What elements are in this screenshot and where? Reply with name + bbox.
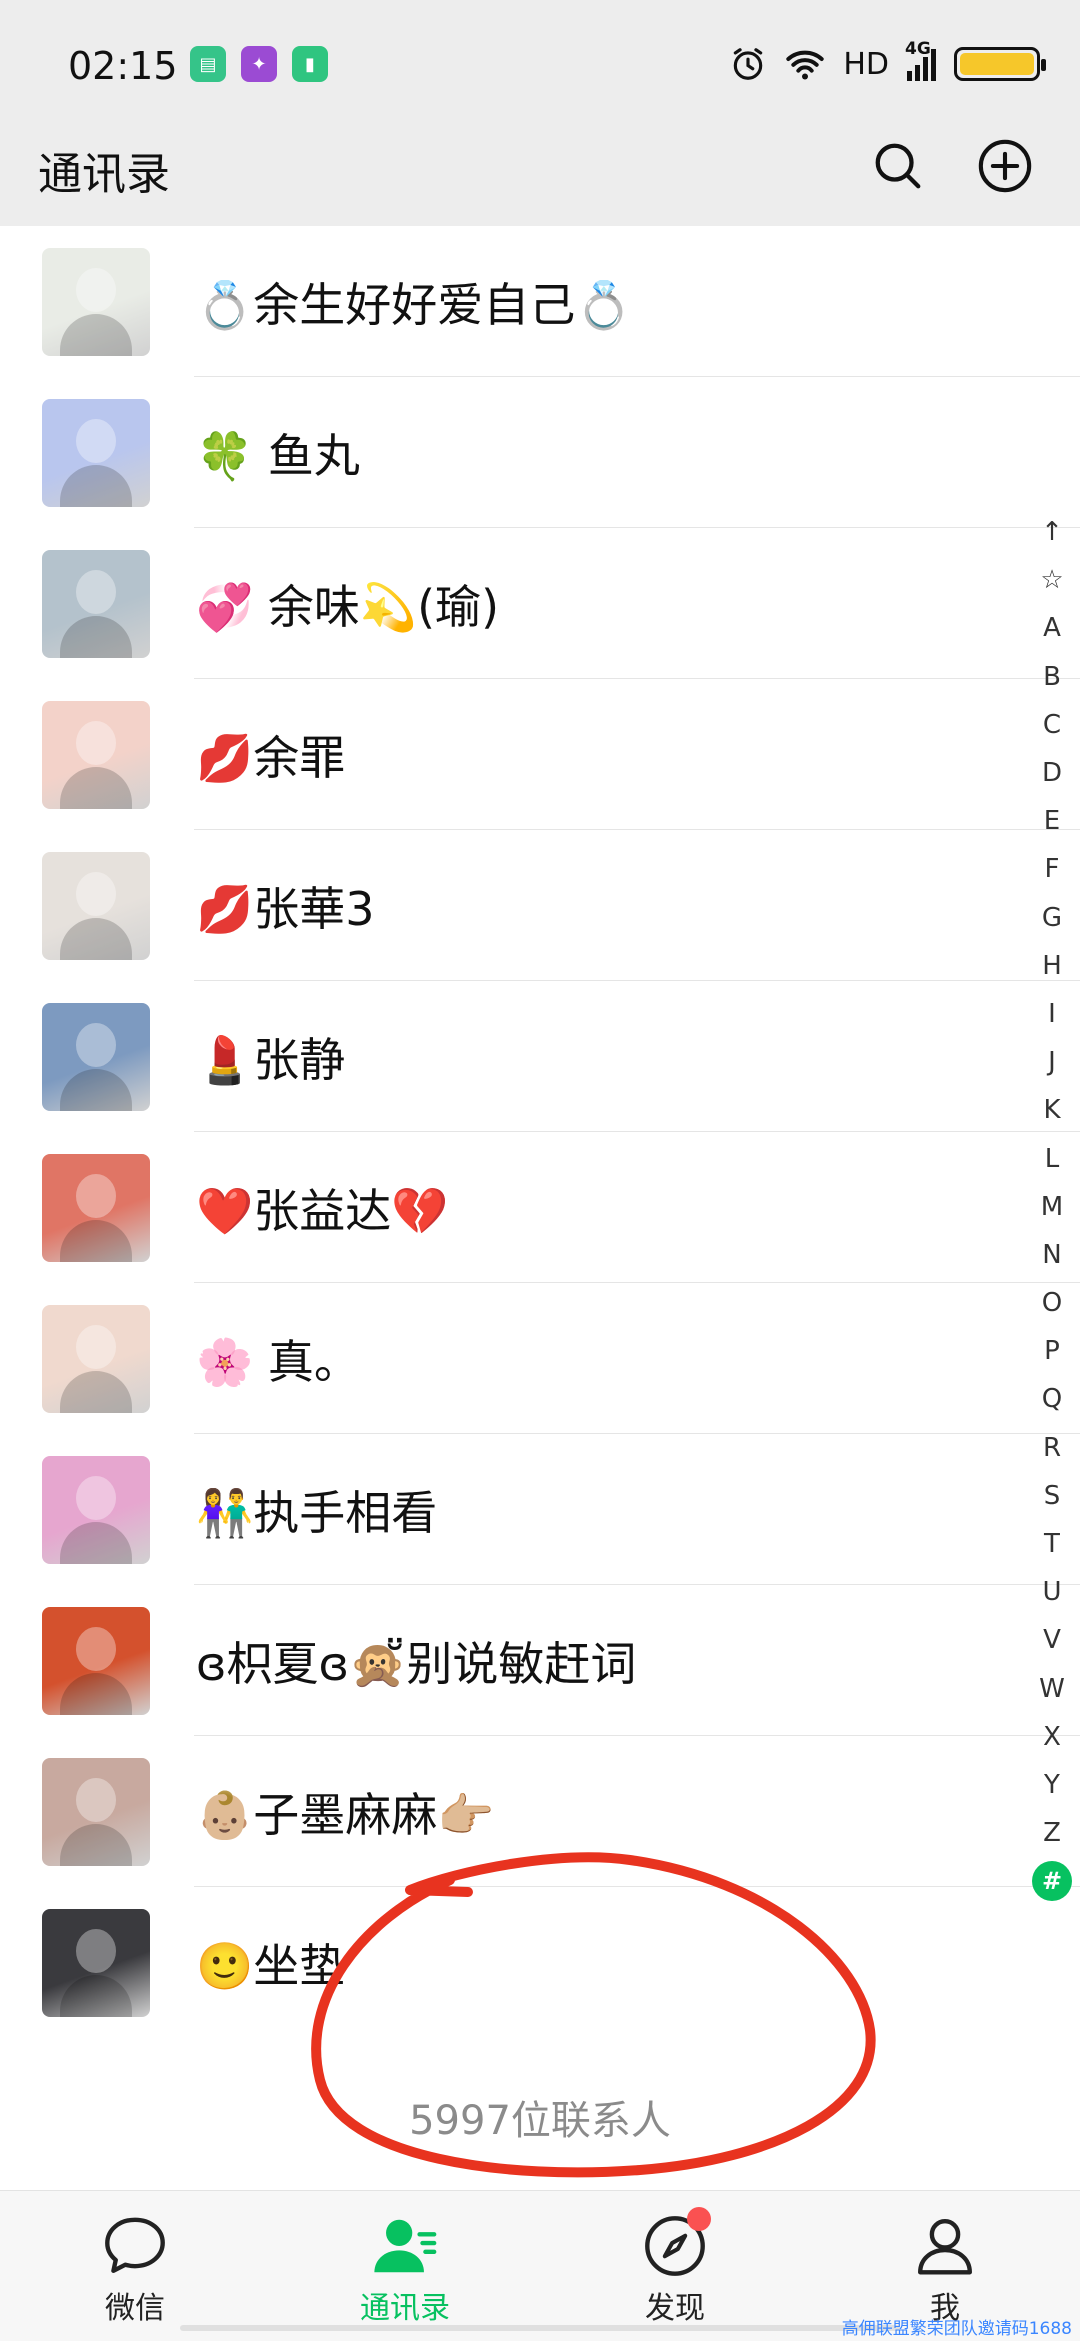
home-indicator[interactable] — [180, 2325, 900, 2331]
contact-row[interactable]: 💋张華3 — [0, 830, 1080, 981]
index-letter[interactable]: S — [1044, 1472, 1061, 1520]
index-letter[interactable]: H — [1042, 942, 1062, 990]
app-notification-icon: ▤ — [190, 46, 226, 82]
index-letter[interactable]: A — [1043, 604, 1061, 652]
network-hd-label: HD — [843, 46, 889, 82]
contact-row[interactable]: 💍余生好好爱自己💍 — [0, 226, 1080, 377]
contact-name: 💞 余味💫(瑜) — [196, 579, 500, 634]
tab-discover[interactable]: 发现 — [585, 2191, 765, 2341]
index-letter[interactable]: F — [1045, 845, 1060, 893]
contact-name: 👶🏼子墨麻麻👉🏼 — [196, 1787, 495, 1842]
tab-chats[interactable]: 微信 — [45, 2191, 225, 2341]
contact-name: ɞ枳夏ɞ🙊̆̈别说敏赶词 — [196, 1636, 637, 1691]
person-icon — [918, 2219, 972, 2275]
avatar — [42, 1607, 150, 1715]
wifi-icon — [786, 50, 824, 80]
signal-icon: 4G — [905, 39, 936, 81]
avatar — [42, 399, 150, 507]
avatar — [42, 1154, 150, 1262]
contact-row[interactable]: 🌸 真。 — [0, 1283, 1080, 1434]
avatar — [42, 1003, 150, 1111]
status-time: 02:15 — [68, 44, 178, 88]
contact-name: 👫执手相看 — [196, 1485, 438, 1540]
index-letter[interactable]: B — [1043, 653, 1061, 701]
tab-contacts[interactable]: 通讯录 — [315, 2191, 495, 2341]
index-letter[interactable]: Z — [1043, 1809, 1061, 1857]
index-letter[interactable]: I — [1048, 990, 1056, 1038]
contact-count: 5997位联系人 — [409, 2098, 671, 2144]
avatar — [42, 701, 150, 809]
index-letter[interactable]: Q — [1042, 1375, 1062, 1423]
contact-row[interactable]: 🙂坐垫 — [0, 1887, 1080, 2038]
index-letter[interactable]: C — [1043, 701, 1061, 749]
index-letter[interactable]: U — [1042, 1568, 1061, 1616]
index-letter[interactable]: N — [1042, 1231, 1061, 1279]
index-letter[interactable]: K — [1043, 1086, 1060, 1134]
index-letter[interactable]: J — [1048, 1038, 1056, 1086]
contact-row[interactable]: ❤️张益达💔 — [0, 1132, 1080, 1283]
index-letter[interactable]: O — [1042, 1279, 1062, 1327]
index-letter[interactable]: W — [1039, 1665, 1065, 1713]
index-letter[interactable]: # — [1032, 1861, 1072, 1902]
avatar — [42, 852, 150, 960]
chat-icon — [105, 2217, 165, 2273]
contact-row[interactable]: 👫执手相看 — [0, 1434, 1080, 1585]
index-letter[interactable]: X — [1043, 1713, 1061, 1761]
index-letter[interactable]: T — [1044, 1520, 1060, 1568]
index-letter[interactable]: V — [1043, 1616, 1061, 1664]
avatar — [42, 248, 150, 356]
avatar — [42, 1456, 150, 1564]
index-letter[interactable]: R — [1043, 1424, 1061, 1472]
watermark: 高佣联盟繁荣团队邀请码1688 — [841, 2319, 1072, 2339]
index-letter[interactable]: D — [1042, 749, 1062, 797]
app-notification-icon: ✦ — [241, 46, 277, 82]
notification-badge — [687, 2207, 711, 2231]
contact-name: 💄张静 — [196, 1032, 346, 1087]
contact-name: 💍余生好好爱自己💍 — [196, 277, 633, 332]
tab-label: 微信 — [105, 2291, 165, 2326]
index-letter[interactable]: G — [1042, 894, 1062, 942]
contact-row[interactable]: ɞ枳夏ɞ🙊̆̈别说敏赶词 — [0, 1585, 1080, 1736]
page-title: 通讯录 — [38, 149, 170, 200]
battery-icon — [954, 47, 1046, 81]
contact-row[interactable]: 🍀 鱼丸 — [0, 377, 1080, 528]
index-letter[interactable]: Y — [1044, 1761, 1060, 1809]
avatar — [42, 550, 150, 658]
contact-name: 💋张華3 — [196, 881, 375, 936]
signal-4g-label: 4G — [905, 39, 931, 59]
add-icon[interactable] — [975, 136, 1035, 196]
contacts-icon — [374, 2219, 437, 2273]
tab-label: 发现 — [645, 2291, 705, 2326]
index-letter[interactable]: M — [1041, 1183, 1063, 1231]
contact-count-footer: 5997位联系人 — [0, 2038, 1080, 2190]
top-bar: 通讯录 — [0, 130, 1080, 226]
status-bar: 02:15 ▤ ✦ ▮ HD 4G — [0, 0, 1080, 130]
contact-name: 💋余罪 — [196, 730, 346, 785]
avatar — [42, 1758, 150, 1866]
alarm-icon — [734, 48, 763, 80]
contact-row[interactable]: 💄张静 — [0, 981, 1080, 1132]
search-icon[interactable] — [868, 136, 928, 196]
index-letter[interactable]: ☆ — [1040, 556, 1063, 604]
index-letter[interactable]: ↑ — [1041, 508, 1063, 556]
avatar — [42, 1909, 150, 2017]
contact-list: 💍余生好好爱自己💍 🍀 鱼丸 💞 余味💫(瑜) 💋余罪 💋张華3 💄张静 ❤️张益达💔 🌸 真… — [0, 226, 1080, 2038]
index-letter[interactable]: P — [1044, 1327, 1060, 1375]
contact-row[interactable]: 💋余罪 — [0, 679, 1080, 830]
index-letter[interactable]: L — [1045, 1134, 1060, 1182]
tab-label: 通讯录 — [360, 2291, 450, 2326]
contact-name: 🌸 真。 — [196, 1334, 360, 1389]
contact-name: 🍀 鱼丸 — [196, 428, 360, 483]
contact-row[interactable]: 💞 余味💫(瑜) — [0, 528, 1080, 679]
contact-row[interactable]: 👶🏼子墨麻麻👉🏼 — [0, 1736, 1080, 1887]
contact-name: 🙂坐垫 — [196, 1938, 346, 1993]
contact-name: ❤️张益达💔 — [196, 1183, 449, 1238]
bottom-tab-bar: 微信 通讯录 发现 我 高佣联盟繁荣团队邀请码1688 — [0, 2190, 1080, 2341]
app-notification-icon: ▮ — [292, 46, 328, 82]
index-letter[interactable]: E — [1044, 797, 1060, 845]
avatar — [42, 1305, 150, 1413]
alphabet-index-bar[interactable]: ↑ ☆ A B C D E F G H I J K L M N O P Q R S T U V W X Y Z # — [1024, 508, 1080, 1902]
